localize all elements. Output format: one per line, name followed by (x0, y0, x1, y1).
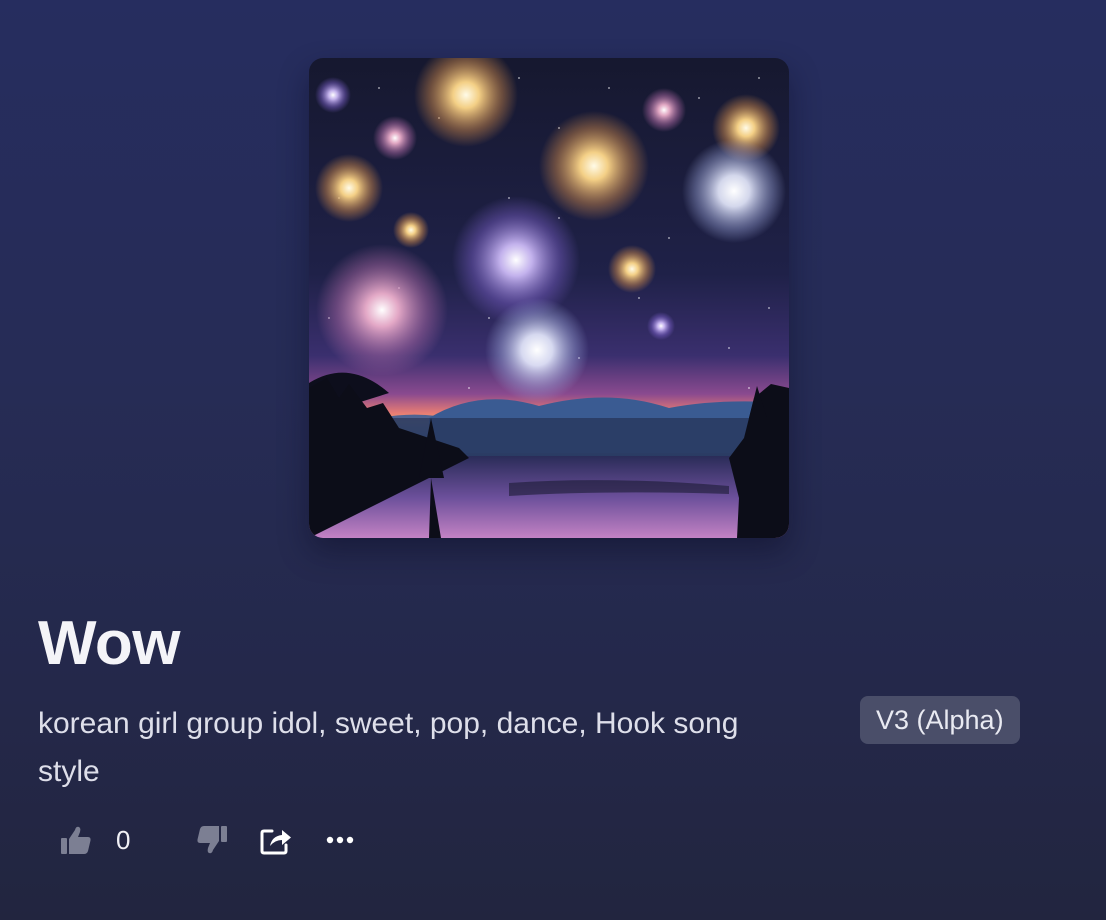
dislike-button[interactable] (190, 814, 234, 866)
song-style-tags: korean girl group idol, sweet, pop, danc… (38, 707, 739, 788)
model-version-badge: V3 (Alpha) (860, 696, 1020, 744)
like-count: 0 (116, 824, 131, 855)
share-icon (260, 829, 291, 855)
more-options-icon (326, 836, 354, 844)
more-options-button[interactable] (318, 814, 362, 866)
fireworks-artwork (309, 58, 789, 538)
thumbs-down-icon (197, 826, 227, 854)
cover-art-image[interactable] (309, 58, 789, 538)
thumbs-up-icon (61, 826, 91, 854)
song-action-bar: 0 (38, 814, 378, 866)
song-title: Wow (38, 609, 181, 678)
like-button[interactable]: 0 (52, 814, 162, 866)
share-button[interactable] (254, 814, 298, 866)
